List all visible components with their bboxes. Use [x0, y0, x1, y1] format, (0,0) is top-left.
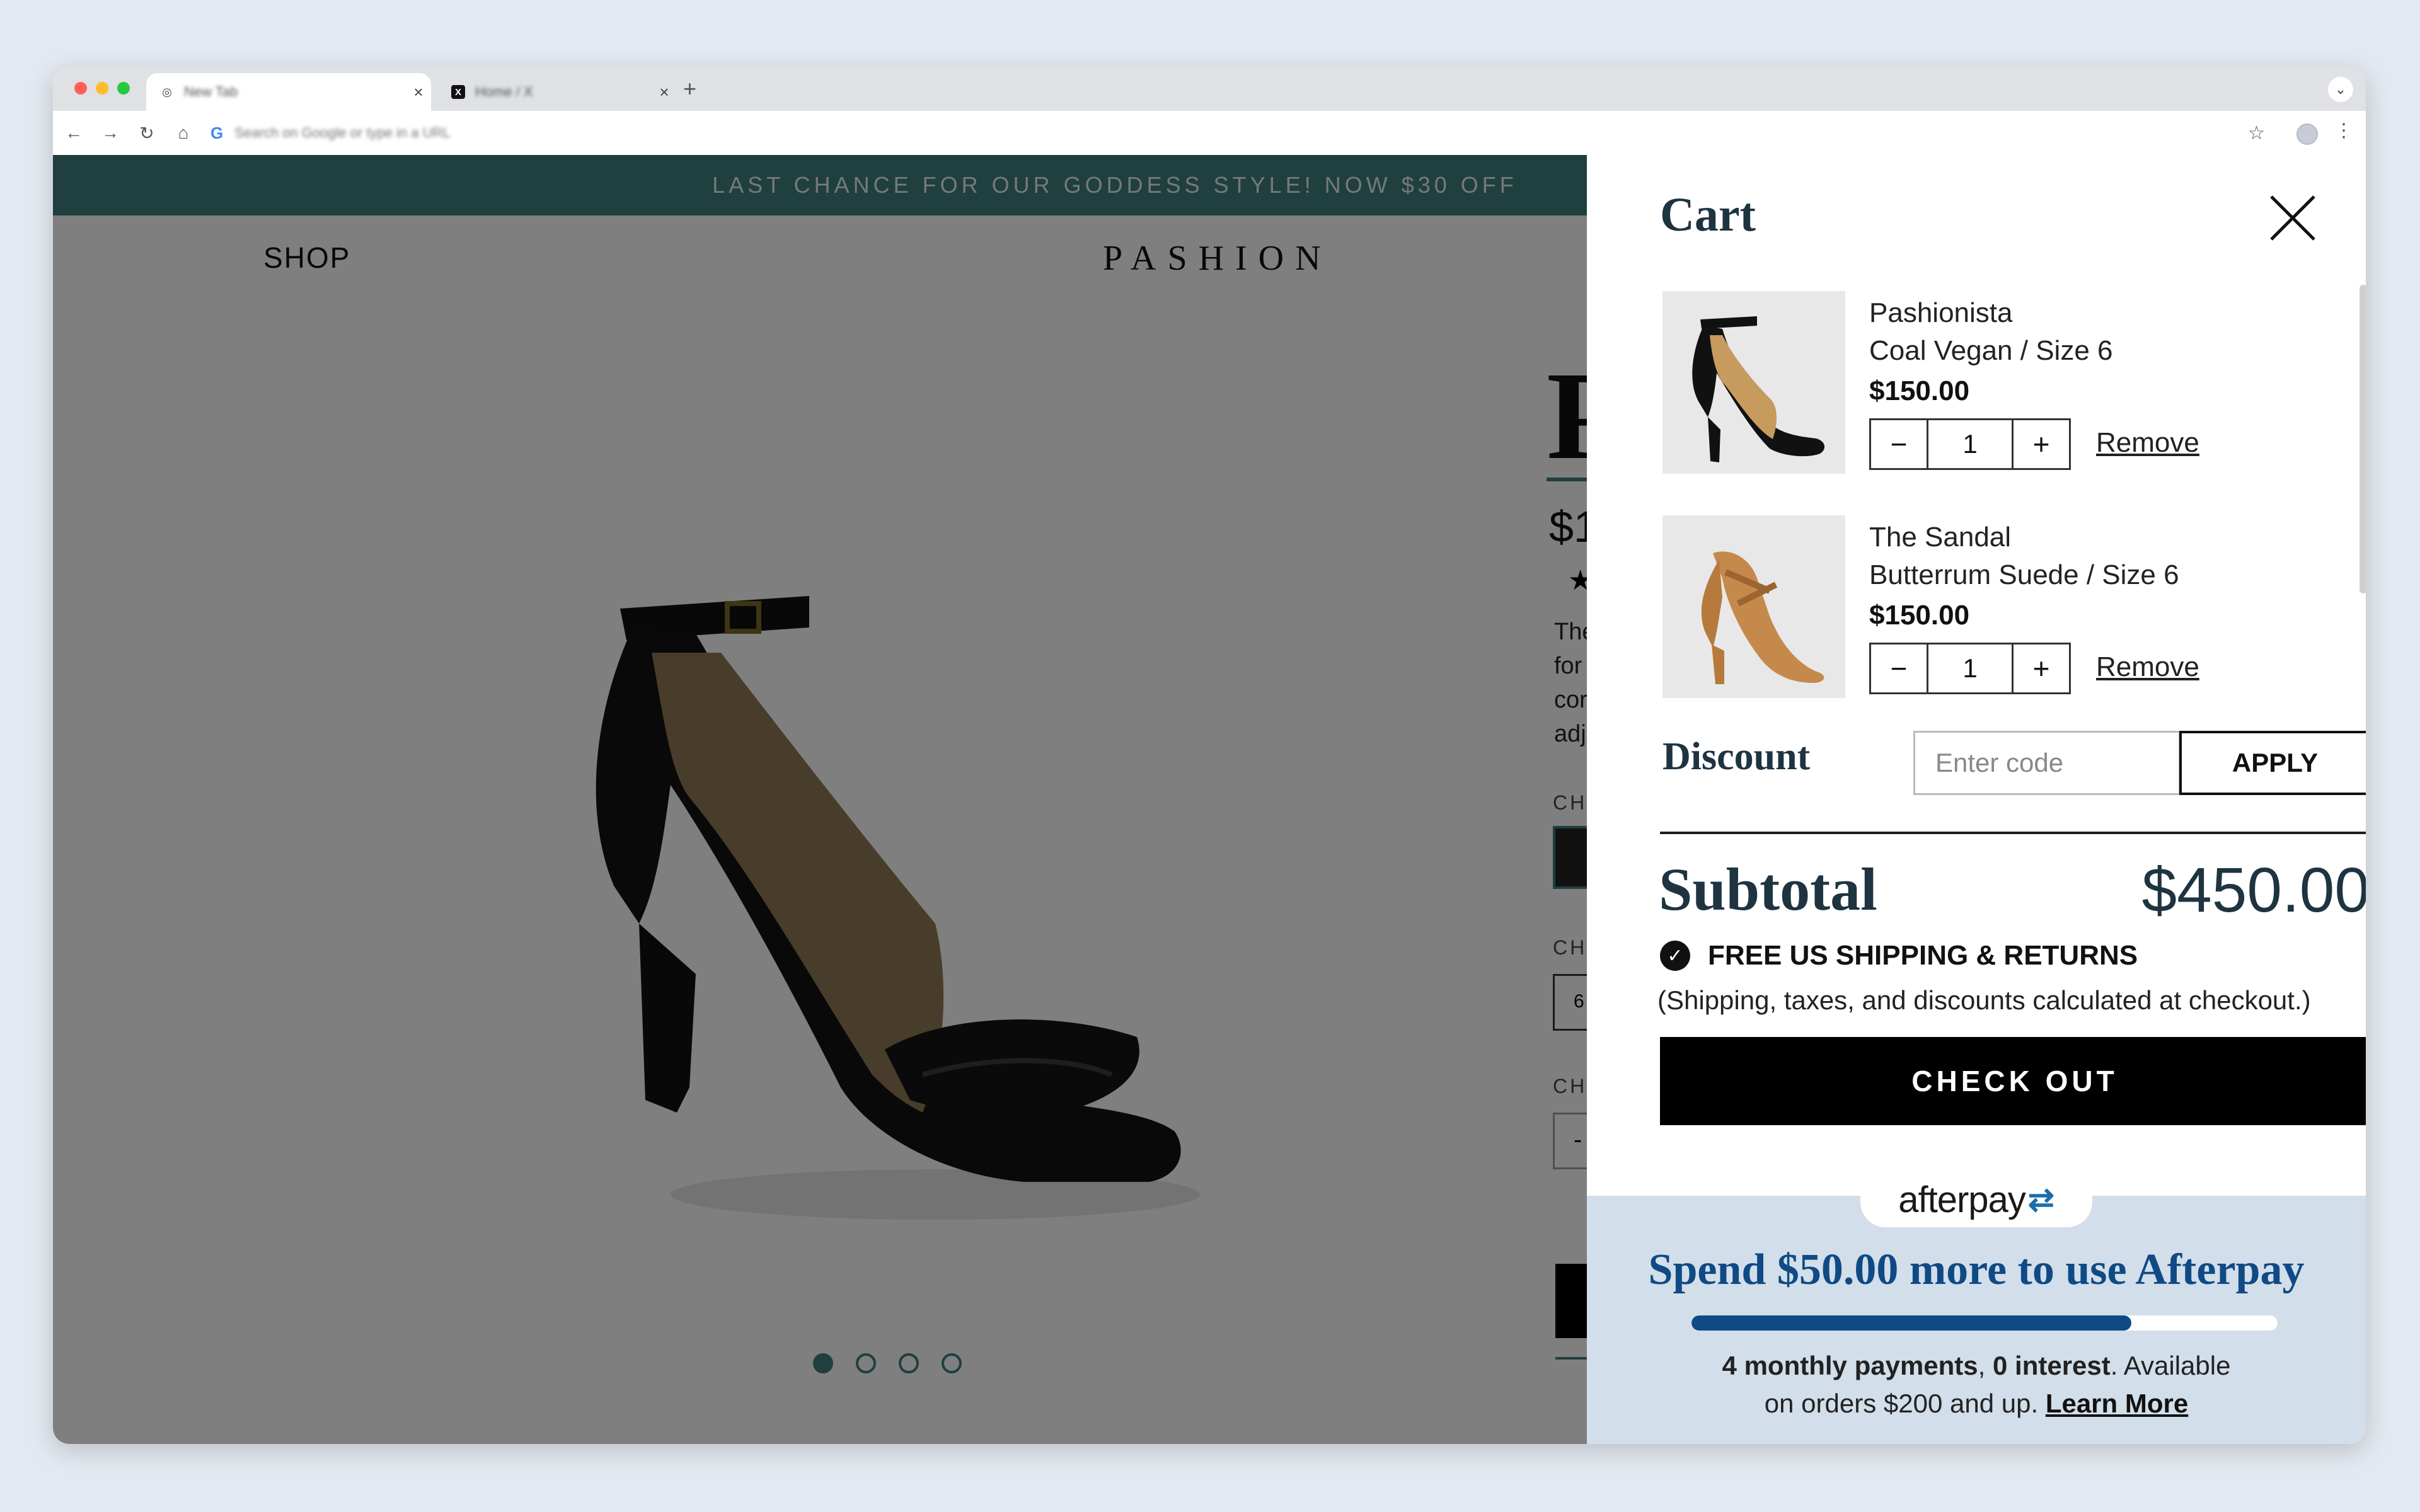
web-page: LAST CHANCE FOR OUR GODDESS STYLE! NOW $…	[53, 155, 2366, 1444]
tab-close-icon[interactable]: ×	[652, 83, 677, 102]
afterpay-min-order: on orders $200 and up.	[1764, 1389, 2046, 1418]
cart-item: The Sandal Butterrum Suede / Size 6 $150…	[1662, 515, 2293, 704]
quantity-stepper: − 1 +	[1869, 418, 2071, 470]
browser-window: ◎ New Tab × X Home / X × + ⌄ ← → ↻ ⌂ G ☆…	[53, 67, 2366, 1444]
afterpay-progress-fill	[1691, 1315, 2131, 1331]
new-tab-button[interactable]: +	[683, 76, 696, 102]
apply-discount-button[interactable]: APPLY	[2179, 731, 2366, 795]
product-thumbnail[interactable]	[1662, 515, 1845, 698]
shipping-text: FREE US SHIPPING & RETURNS	[1708, 940, 2138, 971]
afterpay-headline: Spend $50.00 more to use Afterpay	[1648, 1246, 2305, 1294]
afterpay-line-2: on orders $200 and up. Learn More	[1587, 1385, 2366, 1423]
checkout-button[interactable]: CHECK OUT	[1660, 1037, 2366, 1125]
item-variant: Coal Vegan / Size 6	[1869, 335, 2113, 366]
tab-title: Home / X	[475, 84, 533, 100]
remove-item-link[interactable]: Remove	[2096, 423, 2199, 462]
increase-quantity-button[interactable]: +	[2014, 644, 2069, 692]
quantity-stepper: − 1 +	[1869, 643, 2071, 694]
discount-label: Discount	[1662, 735, 1811, 778]
back-icon[interactable]: ←	[62, 121, 86, 145]
checkout-note: (Shipping, taxes, and discounts calculat…	[1657, 985, 2311, 1015]
shipping-notice: ✓ FREE US SHIPPING & RETURNS	[1660, 940, 2138, 971]
afterpay-available: . Available	[2110, 1351, 2231, 1380]
item-variant: Butterrum Suede / Size 6	[1869, 559, 2179, 590]
subtotal-label: Subtotal	[1659, 856, 1877, 923]
tab-search-button[interactable]: ⌄	[2328, 77, 2353, 102]
x-logo-icon: X	[451, 85, 465, 99]
omnibox-input[interactable]	[233, 124, 804, 142]
afterpay-details: 4 monthly payments, 0 interest. Availabl…	[1587, 1347, 2366, 1423]
item-name[interactable]: The Sandal	[1869, 518, 2011, 557]
afterpay-wordmark: afterpay	[1898, 1179, 2026, 1220]
menu-kebab-icon[interactable]: ⋮	[2334, 120, 2353, 142]
decrease-quantity-button[interactable]: −	[1871, 644, 1927, 692]
decrease-quantity-button[interactable]: −	[1871, 420, 1927, 468]
tab-title: New Tab	[184, 84, 238, 100]
maximize-window-button[interactable]	[117, 82, 130, 94]
afterpay-interest: 0 interest	[1993, 1351, 2111, 1380]
check-circle-icon: ✓	[1660, 941, 1690, 971]
cart-scrollbar[interactable]	[2360, 285, 2366, 593]
learn-more-link[interactable]: Learn More	[2046, 1389, 2188, 1418]
afterpay-line-1: 4 monthly payments, 0 interest. Availabl…	[1587, 1347, 2366, 1385]
discount-code-input[interactable]	[1913, 731, 2181, 795]
tab-new-tab[interactable]: ◎ New Tab ×	[146, 73, 431, 111]
divider	[1660, 832, 2366, 834]
close-window-button[interactable]	[74, 82, 87, 94]
afterpay-sep: ,	[1978, 1351, 1993, 1380]
tab-strip: ◎ New Tab × X Home / X × + ⌄	[53, 67, 2366, 111]
browser-toolbar: ← → ↻ ⌂ G ☆ ⋮	[53, 111, 2366, 156]
subtotal-value: $450.00	[2141, 855, 2366, 925]
afterpay-payments: 4 monthly payments	[1722, 1351, 1978, 1380]
minimize-window-button[interactable]	[96, 82, 108, 94]
afterpay-progress-bar	[1691, 1315, 2278, 1331]
cart-title: Cart	[1660, 188, 1756, 241]
tab-x[interactable]: X Home / X ×	[437, 73, 677, 111]
quantity-value[interactable]: 1	[1927, 644, 2014, 692]
cart-item: Pashionista Coal Vegan / Size 6 $150.00 …	[1662, 291, 2293, 480]
forward-icon[interactable]: →	[98, 121, 122, 145]
window-controls	[74, 82, 130, 94]
cart-drawer: Cart Pashionista Coal Vegan / Size 6 $15…	[1587, 155, 2366, 1444]
remove-item-link[interactable]: Remove	[2096, 648, 2199, 687]
tab-close-icon[interactable]: ×	[406, 83, 431, 102]
chrome-icon: ◎	[162, 85, 172, 98]
modal-overlay[interactable]	[53, 155, 1587, 1444]
afterpay-logo: afterpay ⇄	[1860, 1172, 2092, 1227]
item-price: $150.00	[1869, 600, 1970, 631]
afterpay-arrows-icon: ⇄	[2027, 1182, 2054, 1217]
profile-avatar[interactable]	[2296, 123, 2318, 145]
item-name[interactable]: Pashionista	[1869, 294, 2012, 333]
product-thumbnail[interactable]	[1662, 291, 1845, 474]
close-icon[interactable]	[2267, 193, 2318, 243]
chevron-down-icon: ⌄	[2334, 81, 2347, 97]
google-icon: G	[210, 123, 224, 142]
bookmark-star-icon[interactable]: ☆	[2248, 122, 2265, 144]
increase-quantity-button[interactable]: +	[2014, 420, 2069, 468]
reload-icon[interactable]: ↻	[135, 121, 159, 145]
address-bar[interactable]: G	[204, 117, 2267, 149]
item-price: $150.00	[1869, 375, 1970, 406]
home-icon[interactable]: ⌂	[171, 121, 195, 145]
quantity-value[interactable]: 1	[1927, 420, 2014, 468]
